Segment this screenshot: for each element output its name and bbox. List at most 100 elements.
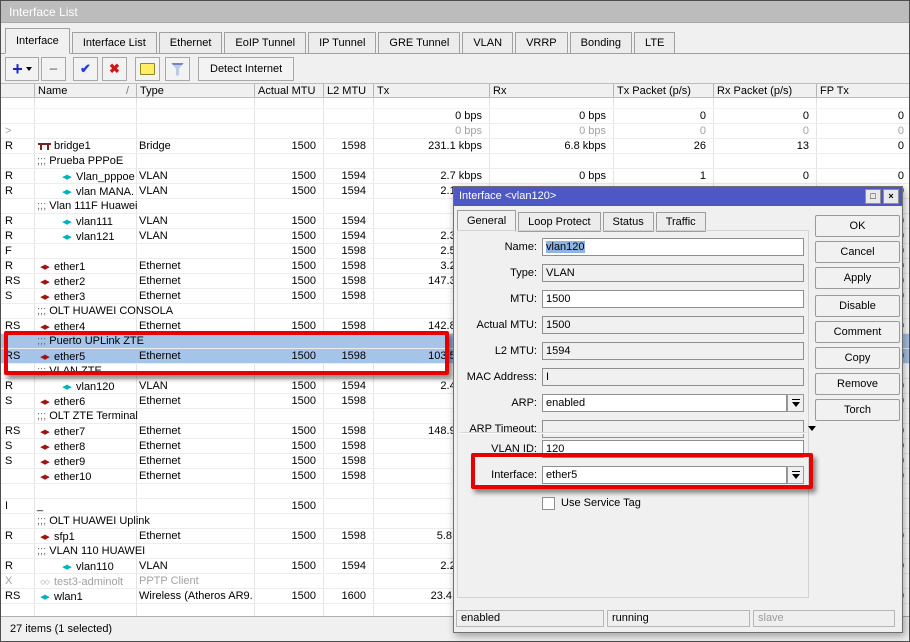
comment-button[interactable] bbox=[135, 57, 160, 81]
cell-f: S bbox=[2, 289, 33, 303]
dialog-status-slave: slave bbox=[753, 610, 895, 627]
tab-interface[interactable]: Interface bbox=[5, 28, 70, 54]
column-header-Tx Packet (p/s)[interactable]: Tx Packet (p/s) bbox=[613, 84, 712, 98]
copy-button[interactable]: Copy bbox=[815, 347, 900, 369]
comment-row[interactable]: ;;; Prueba PPPoE bbox=[1, 154, 909, 169]
field-input-actual-mtu[interactable]: 1500 bbox=[542, 316, 804, 334]
table-row[interactable]: Rbridge1Bridge15001598231.1 kbps6.8 kbps… bbox=[1, 139, 909, 154]
cell-f: R bbox=[2, 379, 33, 393]
vlan-icon bbox=[59, 229, 74, 245]
tab-vrrp[interactable]: VRRP bbox=[515, 32, 568, 54]
dialog-tab-status[interactable]: Status bbox=[603, 212, 654, 232]
dialog-tab-general[interactable]: General bbox=[457, 210, 516, 232]
field-input-l2-mtu[interactable]: 1594 bbox=[542, 342, 804, 360]
comment-button[interactable]: Comment bbox=[815, 321, 900, 343]
tab-lte[interactable]: LTE bbox=[634, 32, 675, 54]
dialog-tab-traffic[interactable]: Traffic bbox=[656, 212, 706, 232]
cell-tx: 0 bps bbox=[373, 109, 488, 123]
ok-button[interactable]: OK bbox=[815, 215, 900, 237]
field-input-mac-address[interactable]: I bbox=[542, 368, 804, 386]
remove-button[interactable]: − bbox=[41, 57, 66, 81]
window-titlebar[interactable]: Interface List bbox=[1, 1, 909, 23]
cell-l2: 1600 bbox=[323, 589, 372, 603]
torch-button[interactable]: Torch bbox=[815, 399, 900, 421]
use-service-tag-checkbox[interactable] bbox=[542, 497, 555, 510]
vlan-icon bbox=[59, 214, 74, 230]
dropdown-arrow-icon[interactable] bbox=[808, 426, 816, 431]
dialog-titlebar[interactable]: Interface <vlan120> □ × bbox=[454, 187, 902, 206]
table-header[interactable]: Name /TypeActual MTUL2 MTUTxRxTx Packet … bbox=[1, 83, 909, 98]
add-button[interactable]: + bbox=[5, 57, 39, 81]
vlan-icon bbox=[59, 169, 74, 185]
field-row-arp: ARP: enabled bbox=[457, 394, 809, 412]
ethernet-icon bbox=[37, 274, 52, 290]
field-label: MAC Address: bbox=[457, 368, 537, 386]
cell-f: R bbox=[2, 259, 33, 273]
cell-l2: 1598 bbox=[323, 244, 372, 258]
cell-amtu: 1500 bbox=[254, 214, 322, 228]
cell-amtu: 1500 bbox=[254, 274, 322, 288]
tab-ethernet[interactable]: Ethernet bbox=[159, 32, 223, 54]
cell-rx: 0 bps bbox=[489, 124, 612, 138]
cell-name: sfp1 bbox=[34, 529, 135, 545]
column-header-Actual MTU[interactable]: Actual MTU bbox=[254, 84, 322, 98]
tab-gre-tunnel[interactable]: GRE Tunnel bbox=[378, 32, 460, 54]
ethernet-icon bbox=[37, 394, 52, 410]
field-input-name[interactable]: vlan120 bbox=[542, 238, 804, 256]
cell-type: VLAN bbox=[136, 184, 253, 198]
cell-f: RS bbox=[2, 424, 33, 438]
bridge-icon bbox=[37, 141, 52, 151]
table-row[interactable]: 0 bps0 bps000 bbox=[1, 109, 909, 124]
column-header-FP Tx[interactable]: FP Tx bbox=[816, 84, 910, 98]
field-label: ARP: bbox=[457, 394, 537, 412]
cell-type: Ethernet bbox=[136, 259, 253, 273]
tab-eoip-tunnel[interactable]: EoIP Tunnel bbox=[224, 32, 306, 54]
column-header-Tx[interactable]: Tx bbox=[373, 84, 488, 98]
field-input-type[interactable]: VLAN bbox=[542, 264, 804, 282]
dialog-tab-loop-protect[interactable]: Loop Protect bbox=[518, 212, 600, 232]
filter-button[interactable] bbox=[165, 57, 190, 81]
ethernet-icon bbox=[37, 439, 52, 455]
use-service-tag-row[interactable]: Use Service Tag bbox=[542, 496, 641, 510]
combo-dropdown-icon[interactable] bbox=[787, 394, 804, 412]
column-header-Rx Packet (p/s)[interactable]: Rx Packet (p/s) bbox=[713, 84, 815, 98]
cell-amtu: 1500 bbox=[254, 439, 322, 453]
cancel-button[interactable]: Cancel bbox=[815, 241, 900, 263]
disable-button[interactable]: ✖ bbox=[102, 57, 127, 81]
detect-internet-button[interactable]: Detect Internet bbox=[198, 57, 294, 81]
cell-name: ether2 bbox=[34, 274, 135, 290]
tab-ip-tunnel[interactable]: IP Tunnel bbox=[308, 32, 376, 54]
disable-button[interactable]: Disable bbox=[815, 295, 900, 317]
table-row[interactable]: >0 bps0 bps000 bbox=[1, 124, 909, 139]
table-row-partial[interactable] bbox=[1, 98, 909, 109]
cell-amtu: 1500 bbox=[254, 229, 322, 243]
field-row-mtu: MTU:1500 bbox=[457, 290, 809, 308]
wireless-icon bbox=[37, 589, 52, 605]
column-header-Type[interactable]: Type bbox=[136, 84, 253, 98]
cell-type: Ethernet bbox=[136, 529, 253, 543]
cell-l2: 1594 bbox=[323, 169, 372, 183]
chevron-down-icon bbox=[26, 67, 32, 71]
cell-f: R bbox=[2, 214, 33, 228]
field-input-arp-timeout[interactable] bbox=[542, 420, 804, 438]
ethernet-icon bbox=[37, 424, 52, 440]
apply-button[interactable]: Apply bbox=[815, 267, 900, 289]
cell-name: vlan111 bbox=[34, 214, 135, 230]
cell-fp: 0 bbox=[816, 139, 909, 153]
remove-button[interactable]: Remove bbox=[815, 373, 900, 395]
column-header-Rx[interactable]: Rx bbox=[489, 84, 612, 98]
close-button[interactable]: × bbox=[883, 189, 899, 204]
tab-interface-list[interactable]: Interface List bbox=[72, 32, 157, 54]
field-input-mtu[interactable]: 1500 bbox=[542, 290, 804, 308]
cell-l2: 1598 bbox=[323, 439, 372, 453]
column-header-L2 MTU[interactable]: L2 MTU bbox=[323, 84, 372, 98]
column-header-Name[interactable]: Name / bbox=[34, 84, 135, 98]
enable-button[interactable]: ✔ bbox=[73, 57, 98, 81]
dialog-title: Interface <vlan120> bbox=[459, 190, 556, 202]
table-row[interactable]: RVlan_pppoeVLAN150015942.7 kbps0 bps100 bbox=[1, 169, 909, 184]
tab-bonding[interactable]: Bonding bbox=[570, 32, 632, 54]
maximize-button[interactable]: □ bbox=[865, 189, 881, 204]
tab-vlan[interactable]: VLAN bbox=[462, 32, 513, 54]
cell-rx: 6.8 kbps bbox=[489, 139, 612, 153]
field-input-arp[interactable]: enabled bbox=[542, 394, 787, 412]
